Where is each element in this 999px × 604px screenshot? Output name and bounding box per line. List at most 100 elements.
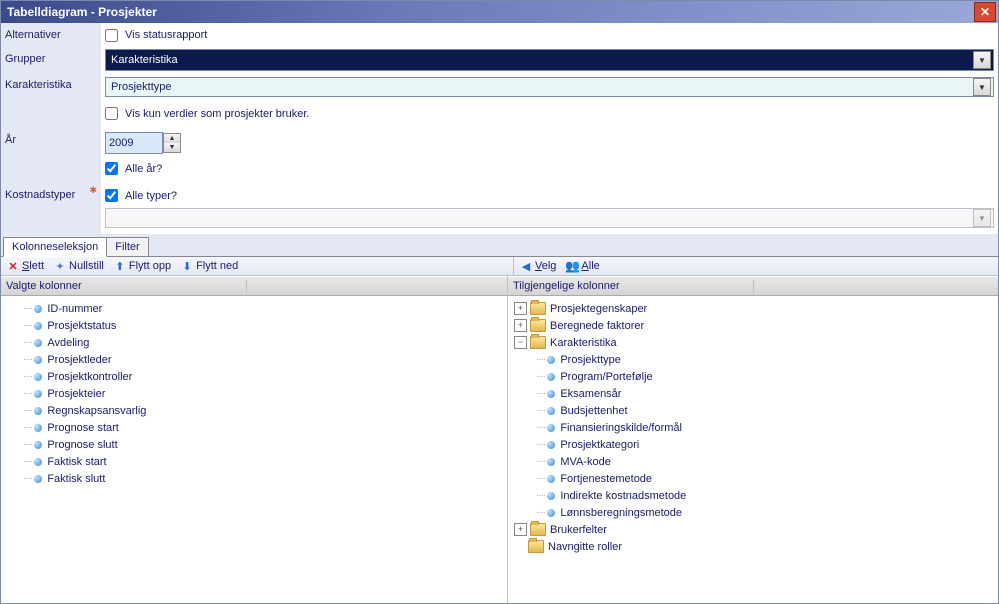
list-item[interactable]: ····Prosjektkontroller <box>1 368 507 385</box>
expand-icon[interactable]: + <box>514 319 527 332</box>
people-icon: 👥 <box>566 260 578 272</box>
year-input[interactable]: 2009 <box>105 132 163 154</box>
tree-item[interactable]: ····MVA-kode <box>508 453 998 470</box>
required-icon: ✱ <box>89 185 97 196</box>
year-up-button[interactable]: ▲ <box>164 134 180 143</box>
selected-columns-list: ····ID-nummer····Prosjektstatus····Avdel… <box>1 296 507 491</box>
selected-columns-header: Valgte kolonner <box>1 276 507 296</box>
bullet-icon <box>34 356 42 364</box>
tree-folder[interactable]: +Brukerfelter <box>508 521 998 538</box>
year-spinner: ▲ ▼ <box>163 133 181 153</box>
all-button[interactable]: 👥 Alle <box>566 260 599 272</box>
list-item[interactable]: ····Prognose start <box>1 419 507 436</box>
tab-filter[interactable]: Filter <box>106 237 148 256</box>
year-down-button[interactable]: ▼ <box>164 143 180 152</box>
folder-icon <box>530 336 546 349</box>
dialog-window: Tabelldiagram - Prosjekter ✕ Alternative… <box>0 0 999 604</box>
bullet-icon <box>547 441 555 449</box>
costtypes-input[interactable]: ▼ <box>105 208 994 228</box>
list-item[interactable]: ····Prosjekteier <box>1 385 507 402</box>
bullet-icon <box>34 441 42 449</box>
tree-item[interactable]: ····Lønnsberegningsmetode <box>508 504 998 521</box>
groups-value: Karakteristika <box>108 54 973 66</box>
tree-item[interactable]: ····Budsjettenhet <box>508 402 998 419</box>
folder-icon <box>530 319 546 332</box>
dropdown-icon[interactable]: ▼ <box>973 51 991 69</box>
bullet-icon <box>547 356 555 364</box>
bullet-icon <box>547 424 555 432</box>
bullet-icon <box>34 475 42 483</box>
tab-column-selection[interactable]: Kolonneseleksjon <box>3 237 107 257</box>
reset-icon: ✦ <box>54 260 66 272</box>
all-types-checkbox[interactable] <box>105 189 118 202</box>
arrow-down-icon: ⬇ <box>181 260 193 272</box>
available-columns-tree: +Prosjektegenskaper+Beregnede faktorer−K… <box>508 296 998 559</box>
folder-icon <box>530 302 546 315</box>
tree-item[interactable]: ····Fortjenestemetode <box>508 470 998 487</box>
bullet-icon <box>547 390 555 398</box>
dropdown-icon[interactable]: ▼ <box>973 78 991 96</box>
all-years-label: Alle år? <box>125 163 162 175</box>
tree-folder[interactable]: −Karakteristika <box>508 334 998 351</box>
tree-folder[interactable]: +Prosjektegenskaper <box>508 300 998 317</box>
expand-icon[interactable]: + <box>514 523 527 536</box>
title-bar: Tabelldiagram - Prosjekter ✕ <box>1 1 998 23</box>
tabs: Kolonneseleksjon Filter <box>1 234 998 257</box>
bullet-icon <box>547 509 555 517</box>
bullet-icon <box>34 424 42 432</box>
bullet-icon <box>34 339 42 347</box>
move-down-button[interactable]: ⬇ Flytt ned <box>181 260 238 272</box>
arrow-left-icon: ◀ <box>520 260 532 272</box>
characteristics-label: Karakteristika <box>1 73 101 128</box>
alternatives-label: Alternativer <box>1 23 101 47</box>
delete-button[interactable]: ✕ Slett <box>7 260 44 272</box>
tree-folder[interactable]: +Beregnede faktorer <box>508 317 998 334</box>
tree-item[interactable]: ····Program/Portefølje <box>508 368 998 385</box>
bullet-icon <box>547 475 555 483</box>
characteristics-select[interactable]: Prosjekttype ▼ <box>105 77 994 97</box>
tree-item[interactable]: ····Indirekte kostnadsmetode <box>508 487 998 504</box>
bullet-icon <box>34 458 42 466</box>
list-item[interactable]: ····Regnskapsansvarlig <box>1 402 507 419</box>
toolbar: ✕ Slett ✦ Nullstill ⬆ Flytt opp ⬇ Flytt … <box>1 257 998 276</box>
reset-button[interactable]: ✦ Nullstill <box>54 260 104 272</box>
tree-item[interactable]: ····Eksamensår <box>508 385 998 402</box>
close-button[interactable]: ✕ <box>974 2 996 22</box>
all-years-checkbox[interactable] <box>105 162 118 175</box>
status-report-checkbox[interactable] <box>105 29 118 42</box>
expand-icon[interactable]: + <box>514 302 527 315</box>
list-item[interactable]: ····Faktisk start <box>1 453 507 470</box>
available-columns-pane: Tilgjengelige kolonner +Prosjektegenskap… <box>508 276 998 603</box>
dropdown-icon: ▼ <box>973 209 991 227</box>
bullet-icon <box>547 407 555 415</box>
list-item[interactable]: ····Prosjektleder <box>1 351 507 368</box>
status-report-label: Vis statusrapport <box>125 29 207 41</box>
bullet-icon <box>34 373 42 381</box>
tree-item[interactable]: ····Prosjekttype <box>508 351 998 368</box>
selected-columns-pane: Valgte kolonner ····ID-nummer····Prosjek… <box>1 276 508 603</box>
bullet-icon <box>34 407 42 415</box>
list-item[interactable]: ····Faktisk slutt <box>1 470 507 487</box>
list-item[interactable]: ····Prosjektstatus <box>1 317 507 334</box>
collapse-icon[interactable]: − <box>514 336 527 349</box>
tree-folder[interactable]: Navngitte roller <box>508 538 998 555</box>
characteristics-value: Prosjekttype <box>108 81 973 93</box>
groups-select[interactable]: Karakteristika ▼ <box>105 49 994 71</box>
arrow-up-icon: ⬆ <box>114 260 126 272</box>
all-types-label: Alle typer? <box>125 190 177 202</box>
bullet-icon <box>34 305 42 313</box>
bullet-icon <box>547 492 555 500</box>
folder-icon <box>530 523 546 536</box>
move-up-button[interactable]: ⬆ Flytt opp <box>114 260 171 272</box>
select-button[interactable]: ◀ Velg <box>520 260 556 272</box>
tree-item[interactable]: ····Finansieringskilde/formål <box>508 419 998 436</box>
list-item[interactable]: ····Avdeling <box>1 334 507 351</box>
bullet-icon <box>547 458 555 466</box>
list-item[interactable]: ····Prognose slutt <box>1 436 507 453</box>
list-item[interactable]: ····ID-nummer <box>1 300 507 317</box>
form-area: Alternativer Vis statusrapport Grupper K… <box>1 23 998 234</box>
tree-item[interactable]: ····Prosjektkategori <box>508 436 998 453</box>
costtypes-label: Kostnadstyper ✱ <box>1 183 101 234</box>
only-used-checkbox[interactable] <box>105 107 118 120</box>
bullet-icon <box>34 390 42 398</box>
